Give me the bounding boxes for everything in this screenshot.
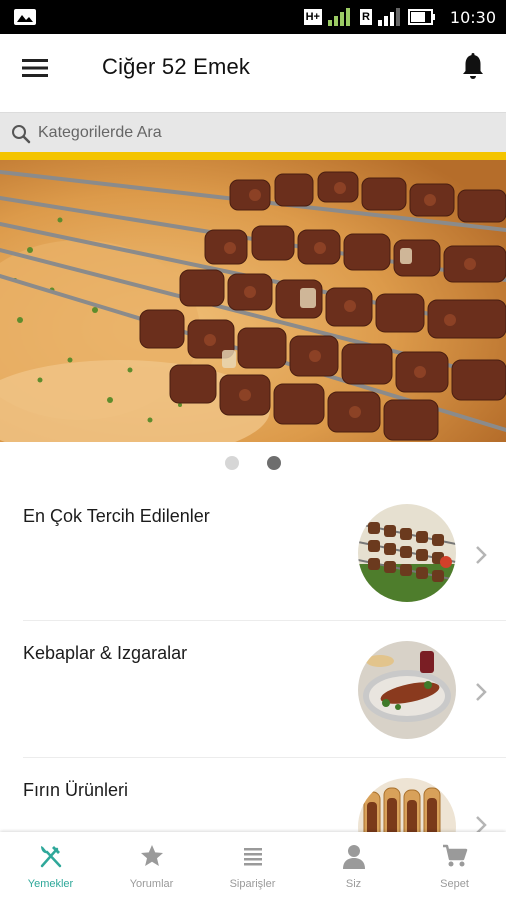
tab-label: Yemekler (27, 878, 74, 890)
tab-label: Yorumlar (129, 878, 174, 890)
category-label: Kebaplar & Izgaralar (23, 643, 188, 663)
tab-siz[interactable]: Siz (303, 832, 404, 900)
category-label: En Çok Tercih Edilenler (23, 506, 210, 526)
chevron-right-icon (476, 683, 487, 701)
tab-yorumlar[interactable]: Yorumlar (101, 832, 202, 900)
person-icon (343, 845, 365, 869)
hamburger-menu-icon[interactable] (20, 56, 50, 80)
skewers-photo (0, 160, 506, 442)
bottom-navigation: Yemekler Yorumlar Siparişler Siz Sepet (0, 832, 506, 900)
search-input[interactable] (38, 117, 488, 149)
tab-yemekler[interactable]: Yemekler (0, 832, 101, 900)
app-bar: Ciğer 52 Emek (0, 34, 506, 102)
star-icon (141, 845, 163, 866)
carousel-dot-1[interactable] (225, 456, 239, 470)
network-type-badge: H+ (303, 9, 322, 25)
fork-knife-icon (40, 846, 62, 868)
notification-bell-icon[interactable] (460, 52, 486, 82)
category-label: Fırın Ürünleri (23, 780, 129, 800)
clock: 10:30 (449, 7, 496, 27)
carousel-banner-image[interactable] (0, 160, 506, 442)
category-item[interactable]: En Çok Tercih Edilenler (0, 484, 506, 620)
tab-label: Siparişler (229, 878, 276, 890)
page-title: Ciğer 52 Emek (102, 54, 251, 79)
chevron-right-icon (476, 546, 487, 564)
gallery-icon (14, 9, 36, 25)
tab-label: Siz (345, 878, 362, 890)
tab-label: Sepet (440, 878, 469, 890)
category-thumbnail (358, 504, 456, 602)
carousel-indicator (0, 456, 506, 470)
category-thumbnail (358, 641, 456, 739)
search-icon (12, 125, 31, 144)
category-item[interactable]: Kebaplar & Izgaralar (0, 621, 506, 757)
search-underline (0, 152, 506, 160)
roaming-badge: R (359, 9, 372, 25)
tab-sepet[interactable]: Sepet (404, 832, 505, 900)
status-bar: H+ R 10:30 (0, 0, 506, 34)
signal-strength-2-icon (377, 8, 400, 26)
list-icon (244, 848, 262, 866)
signal-strength-icon (327, 8, 350, 26)
cart-icon (443, 844, 468, 867)
carousel-dot-2[interactable] (267, 456, 281, 470)
battery-icon (407, 9, 435, 25)
tab-siparisler[interactable]: Siparişler (202, 832, 303, 900)
search-bar (0, 112, 506, 152)
